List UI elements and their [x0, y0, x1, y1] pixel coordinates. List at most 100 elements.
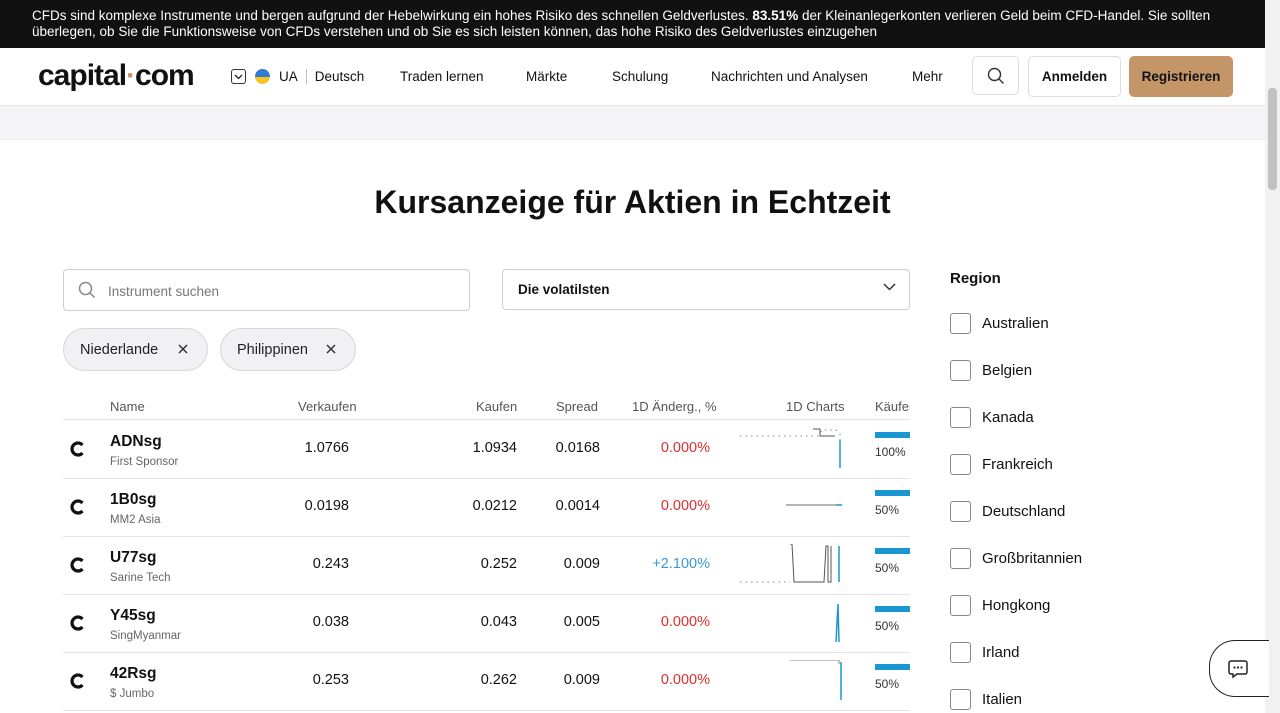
- instrument-name: First Sponsor: [110, 456, 179, 468]
- checkbox[interactable]: [950, 641, 971, 663]
- ukraine-flag-icon: [255, 69, 270, 84]
- region-filter-title: Region: [950, 270, 1001, 287]
- capital-logo-icon: [70, 499, 84, 515]
- close-icon[interactable]: [325, 343, 337, 355]
- column-header-change[interactable]: 1D Änderg., %: [632, 399, 717, 414]
- change-value: 0.000%: [660, 614, 710, 630]
- sparkline-chart: [740, 544, 840, 583]
- chip-label: Niederlande: [80, 341, 159, 358]
- instrument-symbol[interactable]: 1B0sg: [110, 491, 157, 509]
- instrument-symbol[interactable]: ADNsg: [110, 433, 162, 451]
- change-value: 0.000%: [660, 672, 710, 688]
- sell-price: 1.0766: [304, 440, 349, 456]
- instrument-symbol[interactable]: U77sg: [110, 549, 157, 567]
- locale-switcher[interactable]: UA Deutsch: [231, 69, 364, 84]
- buyers-bar: [875, 606, 910, 612]
- chevron-down-icon: [231, 69, 246, 84]
- sort-dropdown[interactable]: Die volatilsten: [502, 269, 910, 310]
- table-row[interactable]: ADNsg First Sponsor 1.0766 1.0934 0.0168…: [63, 420, 910, 479]
- chip-label: Philippinen: [237, 341, 308, 358]
- capital-logo-icon: [70, 441, 84, 457]
- region-option-italien[interactable]: Italien: [950, 687, 1022, 711]
- buyers-percent: 50%: [875, 619, 900, 633]
- instrument-symbol[interactable]: 42Rsg: [110, 665, 157, 683]
- nav-schulung[interactable]: Schulung: [612, 69, 668, 84]
- page-scrollbar[interactable]: [1265, 0, 1280, 713]
- column-header-buyers: Käufer: [875, 399, 910, 414]
- buyers-bar: [875, 664, 910, 670]
- section-band: [0, 106, 1265, 140]
- checkbox[interactable]: [950, 594, 971, 616]
- instrument-search-input[interactable]: [106, 280, 450, 302]
- region-option-hongkong[interactable]: Hongkong: [950, 593, 1050, 617]
- region-label: Deutschland: [982, 502, 1066, 520]
- header-search-button[interactable]: [972, 56, 1019, 95]
- close-icon[interactable]: [177, 343, 189, 355]
- checkbox[interactable]: [950, 406, 971, 428]
- logo-text-right: com: [135, 59, 195, 92]
- table-row[interactable]: U77sg Sarine Tech 0.243 0.252 0.009 +2.1…: [63, 536, 910, 595]
- buyers-percent: 50%: [875, 677, 900, 691]
- instrument-name: MM2 Asia: [110, 514, 161, 526]
- risk-warning-banner: CFDs sind komplexe Instrumente und berge…: [0, 0, 1265, 48]
- checkbox[interactable]: [950, 359, 971, 381]
- table-row[interactable]: Y45sg SingMyanmar 0.038 0.043 0.005 0.00…: [63, 594, 910, 653]
- buyers-percent: 100%: [875, 445, 906, 459]
- region-option-deutschland[interactable]: Deutschland: [950, 499, 1065, 523]
- checkbox[interactable]: [950, 312, 971, 334]
- spread-value: 0.005: [563, 614, 600, 630]
- table-row[interactable]: 1B0sg MM2 Asia 0.0198 0.0212 0.0014 0.00…: [63, 478, 910, 537]
- sell-price: 0.253: [312, 672, 349, 688]
- instrument-symbol[interactable]: Y45sg: [110, 607, 156, 625]
- checkbox[interactable]: [950, 547, 971, 569]
- column-header-sell[interactable]: Verkaufen: [298, 399, 357, 414]
- region-option-irland[interactable]: Irland: [950, 640, 1020, 664]
- region-label: Belgien: [982, 361, 1033, 379]
- locale-divider: [305, 69, 307, 84]
- capital-logo[interactable]: capital·com: [38, 59, 195, 93]
- column-header-spread[interactable]: Spread: [556, 399, 598, 414]
- region-label: Frankreich: [982, 455, 1053, 473]
- table-row[interactable]: 42Rsg $ Jumbo 0.253 0.262 0.009 0.000% 5…: [63, 652, 910, 711]
- language-label: Deutsch: [314, 69, 365, 84]
- checkbox[interactable]: [950, 453, 971, 475]
- region-option-australien[interactable]: Australien: [950, 311, 1049, 335]
- region-option-grossbritannien[interactable]: Großbritannien: [950, 546, 1082, 570]
- instrument-name: $ Jumbo: [110, 688, 155, 700]
- nav-maerkte[interactable]: Märkte: [526, 69, 567, 84]
- login-button[interactable]: Anmelden: [1028, 56, 1121, 97]
- region-option-frankreich[interactable]: Frankreich: [950, 452, 1053, 476]
- spread-value: 0.0168: [555, 440, 600, 456]
- nav-nachrichten[interactable]: Nachrichten und Analysen: [711, 69, 868, 84]
- change-value: +2.100%: [652, 556, 710, 572]
- sell-price: 0.038: [312, 614, 349, 630]
- filter-chip-philippinen[interactable]: Philippinen: [220, 328, 356, 371]
- risk-text-before: CFDs sind komplexe Instrumente und berge…: [32, 8, 749, 23]
- region-label: Großbritannien: [982, 549, 1083, 567]
- logo-text-left: capital: [38, 59, 127, 92]
- capital-logo-icon: [70, 615, 84, 631]
- checkbox[interactable]: [950, 500, 971, 522]
- search-icon: [78, 281, 96, 299]
- region-label: Hongkong: [982, 596, 1051, 614]
- nav-traden-lernen[interactable]: Traden lernen: [400, 69, 484, 84]
- column-header-buy[interactable]: Kaufen: [476, 399, 517, 414]
- buy-price: 1.0934: [472, 440, 517, 456]
- sparkline-chart: [740, 428, 841, 468]
- nav-mehr[interactable]: Mehr: [912, 69, 943, 84]
- region-option-kanada[interactable]: Kanada: [950, 405, 1034, 429]
- scrollbar-thumb[interactable]: [1268, 88, 1277, 190]
- region-option-belgien[interactable]: Belgien: [950, 358, 1032, 382]
- register-button[interactable]: Registrieren: [1129, 56, 1233, 97]
- sort-selected-value: Die volatilsten: [518, 282, 610, 297]
- chat-button[interactable]: [1209, 640, 1269, 697]
- column-header-name[interactable]: Name: [110, 399, 145, 414]
- spread-value: 0.009: [563, 672, 600, 688]
- buy-price: 0.262: [480, 672, 517, 688]
- sparkline-chart: [790, 660, 842, 700]
- checkbox[interactable]: [950, 688, 971, 710]
- filter-chip-niederlande[interactable]: Niederlande: [63, 328, 208, 371]
- instrument-search-field[interactable]: [63, 269, 470, 311]
- sell-price: 0.243: [312, 556, 349, 572]
- site-header: capital·com UA Deutsch Traden lernen Mär…: [0, 48, 1265, 106]
